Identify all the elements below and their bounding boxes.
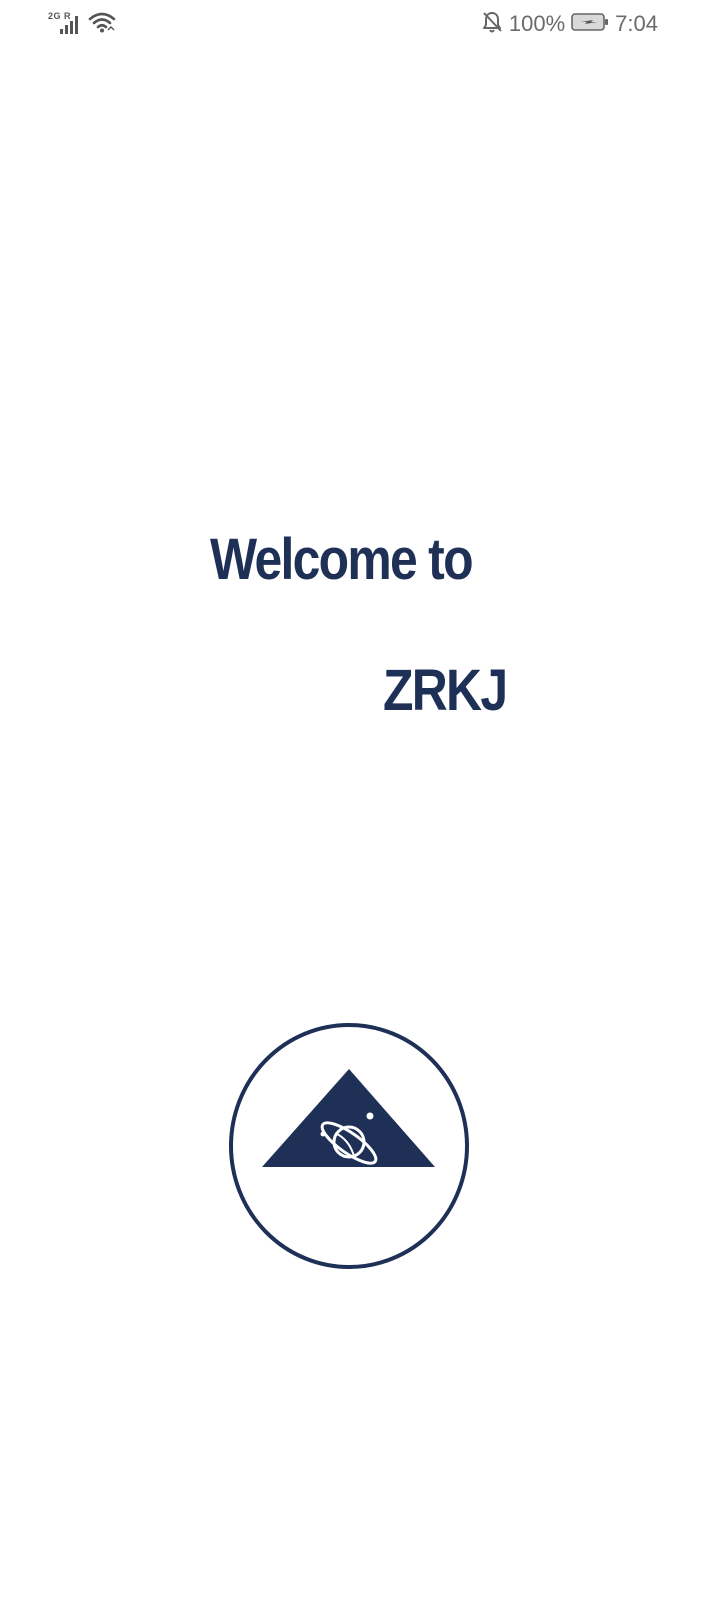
status-bar: 2G R 100% 7:04: [0, 0, 720, 50]
mute-bell-icon: [481, 10, 503, 39]
welcome-title: Welcome to: [210, 527, 474, 592]
status-right: 100% 7:04: [481, 10, 658, 38]
triangle-planet-logo: [228, 1022, 470, 1270]
battery-percent: 100%: [508, 11, 566, 36]
clock: 7:04: [615, 11, 658, 36]
signal-icon: 2G R: [48, 11, 82, 36]
brand-name: ZRKJ: [383, 658, 508, 723]
wifi-icon: [88, 10, 116, 39]
battery-charging-icon: [571, 12, 609, 37]
status-left: 2G R: [48, 10, 116, 39]
